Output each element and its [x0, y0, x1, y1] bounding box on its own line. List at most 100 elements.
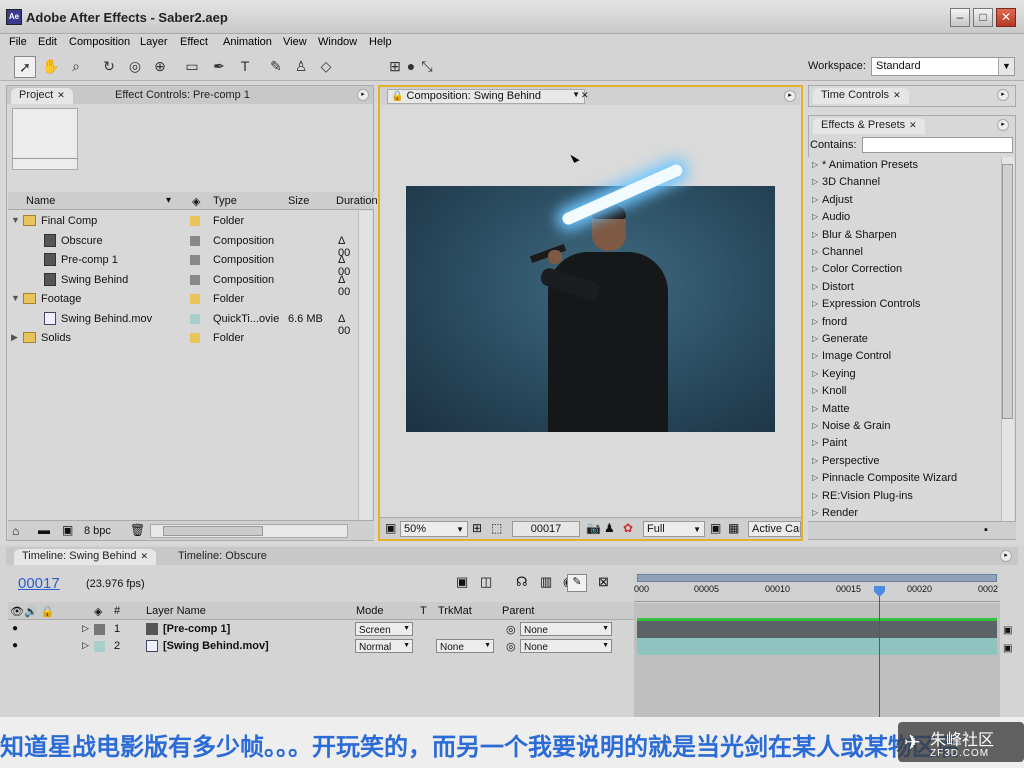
- close-icon[interactable]: ✕: [141, 551, 149, 561]
- panel-menu-icon[interactable]: ▸: [357, 89, 369, 101]
- effects-search-input[interactable]: [862, 137, 1013, 153]
- menu-effect[interactable]: Effect: [180, 36, 208, 48]
- twirl-closed-icon[interactable]: ▷: [812, 177, 818, 186]
- twirl-closed-icon[interactable]: ▷: [812, 247, 818, 256]
- twirl-open-icon[interactable]: ▼: [11, 293, 20, 303]
- menu-layer[interactable]: Layer: [140, 36, 168, 48]
- eraser-tool-icon[interactable]: ◇: [315, 56, 337, 78]
- twirl-closed-icon[interactable]: ▷: [812, 195, 818, 204]
- col-layer-name[interactable]: Layer Name: [146, 605, 206, 617]
- sort-chevron-icon[interactable]: ▾: [166, 195, 171, 206]
- twirl-closed-icon[interactable]: ▷: [812, 456, 818, 465]
- close-icon[interactable]: ✕: [909, 120, 917, 130]
- panel-menu-icon[interactable]: ▸: [784, 90, 796, 102]
- list-item[interactable]: ▷ Adjust: [808, 192, 1001, 209]
- list-item[interactable]: ▷ Render: [808, 505, 1001, 521]
- current-time-field[interactable]: 00017: [512, 521, 580, 537]
- list-item[interactable]: ▷ Distort: [808, 279, 1001, 296]
- twirl-closed-icon[interactable]: ▷: [812, 404, 818, 413]
- twirl-open-icon[interactable]: ▼: [11, 215, 20, 225]
- twirl-closed-icon[interactable]: ▷: [812, 438, 818, 447]
- table-row[interactable]: ● ▷ 1 [Pre-comp 1] Screen ▼ ◎ None ▼: [8, 621, 642, 638]
- list-item[interactable]: Swing Behind.mov QuickTi...ovie 6.6 MB Δ…: [8, 309, 358, 337]
- maximize-button[interactable]: □: [973, 8, 993, 27]
- pen-tool-icon[interactable]: ✒: [208, 56, 230, 78]
- tab-project[interactable]: Project ✕: [11, 88, 73, 104]
- tab-timeline-swing-behind[interactable]: Timeline: Swing Behind ✕: [14, 549, 157, 565]
- pickwhip-icon[interactable]: ◎: [506, 640, 516, 653]
- channels-icon[interactable]: ✿: [623, 521, 633, 535]
- list-item[interactable]: ▷ Perspective: [808, 453, 1001, 470]
- list-item[interactable]: ▼ Final Comp Folder: [8, 211, 358, 231]
- twirl-closed-icon[interactable]: ▷: [82, 623, 89, 634]
- label-swatch[interactable]: [190, 313, 200, 324]
- close-button[interactable]: ✕: [996, 8, 1016, 27]
- list-item[interactable]: ▷ Expression Controls: [808, 296, 1001, 313]
- close-icon[interactable]: ✕: [893, 90, 901, 100]
- rotate-tool-icon[interactable]: ↻: [98, 56, 120, 78]
- label-swatch[interactable]: [190, 274, 200, 285]
- list-item[interactable]: ▶ Solids Folder: [8, 328, 358, 348]
- type-tool-icon[interactable]: T: [234, 56, 256, 78]
- timeline-current-time[interactable]: 00017: [18, 575, 60, 592]
- list-item[interactable]: ▷ 3D Channel: [808, 174, 1001, 191]
- workspace-select[interactable]: Standard ▼: [871, 57, 1015, 76]
- col-parent[interactable]: Parent: [502, 605, 534, 617]
- project-hscroll[interactable]: [150, 524, 348, 538]
- work-area-bar[interactable]: [637, 574, 997, 582]
- menu-edit[interactable]: Edit: [38, 36, 57, 48]
- clone-stamp-tool-icon[interactable]: ♙: [290, 56, 312, 78]
- layer-duration-bar[interactable]: [637, 638, 997, 655]
- parent-select[interactable]: None ▼: [520, 639, 612, 653]
- list-item[interactable]: ▼ Footage Folder: [8, 289, 358, 309]
- menu-help[interactable]: Help: [369, 36, 392, 48]
- twirl-closed-icon[interactable]: ▷: [812, 473, 818, 482]
- col-mode[interactable]: Mode: [356, 605, 384, 617]
- current-time-indicator[interactable]: [879, 590, 880, 717]
- twirl-closed-icon[interactable]: ▷: [82, 640, 89, 651]
- tab-effect-controls[interactable]: Effect Controls: Pre-comp 1: [107, 88, 258, 104]
- draft-3d-icon[interactable]: ☊: [516, 574, 528, 590]
- list-item[interactable]: Obscure Composition Δ 00: [8, 231, 358, 259]
- label-swatch[interactable]: [190, 333, 200, 343]
- minimize-button[interactable]: –: [950, 8, 970, 27]
- resolution-select[interactable]: Full ▼: [643, 521, 705, 537]
- list-item[interactable]: ▷ Matte: [808, 401, 1001, 418]
- transparency-grid-icon[interactable]: ▦: [728, 521, 739, 535]
- menu-view[interactable]: View: [283, 36, 307, 48]
- zoom-select[interactable]: 50% ▼: [400, 521, 468, 537]
- layer-name[interactable]: [Pre-comp 1]: [163, 623, 230, 635]
- col-size[interactable]: Size: [288, 195, 309, 207]
- tab-time-controls[interactable]: Time Controls ✕: [813, 88, 909, 104]
- av-features-icon[interactable]: 👁🔊 🔒: [10, 605, 54, 618]
- mode-select[interactable]: Normal ▼: [355, 639, 413, 653]
- new-comp-icon[interactable]: ▣: [62, 523, 73, 537]
- pan-behind-tool-icon[interactable]: ⊕: [149, 56, 171, 78]
- col-trkmat[interactable]: TrkMat: [438, 605, 472, 617]
- table-row[interactable]: ● ▷ 2 [Swing Behind.mov] Normal ▼ None ▼ ◎…: [8, 638, 642, 655]
- trkmat-select[interactable]: None ▼: [436, 639, 494, 653]
- tab-timeline-obscure[interactable]: Timeline: Obscure: [170, 549, 275, 565]
- twirl-closed-icon[interactable]: ▷: [812, 421, 818, 430]
- effects-vscroll-thumb[interactable]: [1002, 164, 1013, 419]
- rectangle-mask-tool-icon[interactable]: ▭: [181, 56, 203, 78]
- frame-blending-icon[interactable]: ▥: [540, 574, 552, 590]
- list-item[interactable]: ▷ * Animation Presets: [808, 157, 1001, 174]
- brush-tool-icon[interactable]: ✎: [265, 56, 287, 78]
- twirl-closed-icon[interactable]: ▷: [812, 282, 818, 291]
- selection-tool-icon[interactable]: ➚: [14, 56, 36, 78]
- live-update-icon[interactable]: ◫: [480, 574, 492, 590]
- twirl-closed-icon[interactable]: ▷: [812, 160, 818, 169]
- list-item[interactable]: ▷ Generate: [808, 331, 1001, 348]
- list-item[interactable]: ▷ Noise & Grain: [808, 418, 1001, 435]
- list-item[interactable]: ▷ Audio: [808, 209, 1001, 226]
- snapshot-icon[interactable]: 📷: [586, 521, 601, 535]
- twirl-closed-icon[interactable]: ▷: [812, 299, 818, 308]
- label-col-icon[interactable]: ◈: [94, 605, 102, 618]
- mask-view-icon[interactable]: ⬚: [491, 521, 502, 535]
- comp-flowchart-icon[interactable]: ▣: [456, 574, 468, 590]
- list-item[interactable]: ▷ Knoll: [808, 383, 1001, 400]
- comp-button-icon[interactable]: ▣: [1003, 625, 1012, 636]
- layer-duration-bar[interactable]: [637, 621, 997, 638]
- region-of-interest-icon[interactable]: ▣: [710, 521, 721, 535]
